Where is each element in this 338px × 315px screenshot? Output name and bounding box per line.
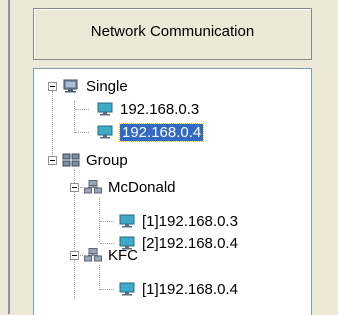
collapse-single-toggle[interactable] xyxy=(48,82,57,91)
network-group-icon xyxy=(62,153,80,167)
network-group-icon xyxy=(84,248,102,262)
header-title: Network Communication xyxy=(90,23,255,40)
tree-node-label: Single xyxy=(86,77,128,95)
collapse-group-toggle[interactable] xyxy=(48,156,57,165)
monitor-icon xyxy=(119,214,135,228)
computer-icon xyxy=(63,79,78,93)
tree-item-label: [2]192.168.0.4 xyxy=(142,234,238,252)
tree-node-label: Group xyxy=(86,151,128,169)
network-tree[interactable]: Single 192.168.0.3 192.168.0.4 Group McD… xyxy=(33,68,312,315)
tree-item-single-2[interactable]: 192.168.0.4 xyxy=(96,121,205,143)
tree-item-label: [1]192.168.0.4 xyxy=(142,280,238,298)
header-panel: Network Communication xyxy=(33,8,312,60)
network-group-icon xyxy=(84,180,102,194)
tree-item-mcdonald-1[interactable]: [1]192.168.0.3 xyxy=(118,210,238,232)
monitor-icon xyxy=(119,282,135,296)
tree-item-label: [1]192.168.0.3 xyxy=(142,212,238,230)
collapse-kfc-toggle[interactable] xyxy=(70,251,79,260)
monitor-icon xyxy=(97,102,113,116)
collapse-mcdonald-toggle[interactable] xyxy=(70,183,79,192)
tree-node-label: KFC xyxy=(108,246,138,264)
tree-node-single[interactable]: Single xyxy=(62,75,128,97)
tree-item-kfc-1[interactable]: [1]192.168.0.4 xyxy=(118,278,238,300)
monitor-icon xyxy=(97,125,113,139)
tree-node-kfc[interactable]: KFC xyxy=(84,244,138,266)
tree-node-label: McDonald xyxy=(108,178,176,196)
tree-item-label: 192.168.0.3 xyxy=(120,100,200,118)
tree-item-single-1[interactable]: 192.168.0.3 xyxy=(96,98,199,120)
tree-node-group[interactable]: Group xyxy=(62,149,128,171)
tree-node-mcdonald[interactable]: McDonald xyxy=(84,176,176,198)
tree-item-label: 192.168.0.4 xyxy=(118,122,205,142)
window-left-edge xyxy=(0,0,12,314)
